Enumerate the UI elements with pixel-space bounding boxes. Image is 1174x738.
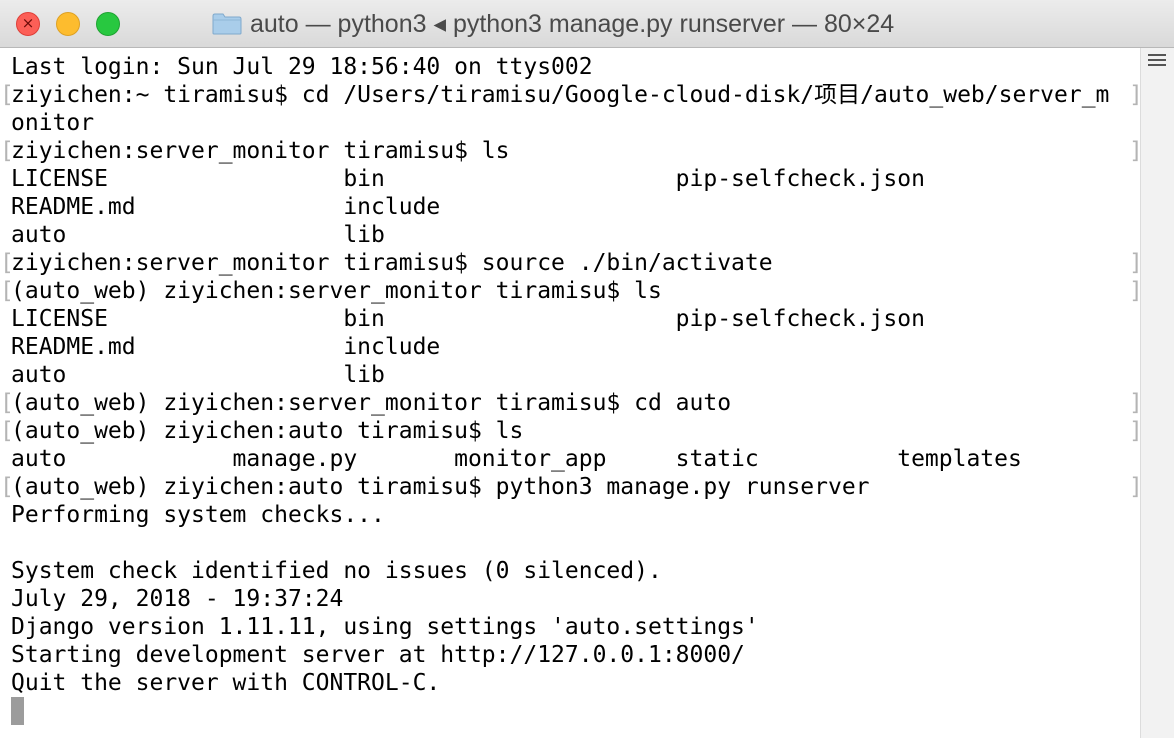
terminal-line: Last login: Sun Jul 29 18:56:40 on ttys0… (11, 54, 593, 80)
minimize-button[interactable] (56, 12, 80, 36)
title-bar[interactable]: × auto — python3 ◂ python3 manage.py run… (0, 0, 1174, 48)
terminal-line: (auto_web) ziyichen:auto tiramisu$ ls (11, 418, 524, 444)
zoom-button[interactable] (96, 12, 120, 36)
window-title-group: auto — python3 ◂ python3 manage.py runse… (212, 9, 894, 39)
window-title: auto — python3 ◂ python3 manage.py runse… (250, 10, 895, 38)
terminal-line: Starting development server at http://12… (11, 642, 745, 668)
close-icon: × (21, 14, 35, 33)
terminal-line: auto lib (11, 362, 385, 388)
terminal-line: LICENSE bin pip-selfcheck.json (11, 166, 925, 192)
terminal-line: README.md include (11, 194, 441, 220)
terminal-line: July 29, 2018 - 19:37:24 (11, 586, 344, 612)
close-button[interactable]: × (16, 12, 40, 36)
terminal-line: ziyichen:~ tiramisu$ cd /Users/tiramisu/… (11, 82, 1110, 108)
scrollbar[interactable] (1140, 48, 1174, 738)
terminal-line: ziyichen:server_monitor tiramisu$ ls (11, 138, 510, 164)
terminal-window: × auto — python3 ◂ python3 manage.py run… (0, 0, 1174, 738)
terminal-line: auto manage.py monitor_app static templa… (11, 446, 1022, 472)
terminal-line: auto lib (11, 222, 385, 248)
block-cursor (11, 697, 24, 725)
terminal-line: Quit the server with CONTROL-C. (11, 670, 441, 696)
menu-lines-icon[interactable] (1148, 54, 1166, 68)
terminal-line: onitor (11, 110, 95, 136)
terminal-line: System check identified no issues (0 sil… (11, 558, 662, 584)
terminal-line: ziyichen:server_monitor tiramisu$ source… (11, 250, 773, 276)
terminal-line: (auto_web) ziyichen:auto tiramisu$ pytho… (11, 474, 870, 500)
terminal-line: Performing system checks... (11, 502, 385, 528)
terminal-line: Django version 1.11.11, using settings '… (11, 614, 759, 640)
terminal-content[interactable]: Last login: Sun Jul 29 18:56:40 on ttys0… (0, 48, 1143, 738)
terminal-line: LICENSE bin pip-selfcheck.json (11, 306, 925, 332)
folder-icon (212, 13, 242, 35)
terminal-line: (auto_web) ziyichen:server_monitor tiram… (11, 278, 662, 304)
terminal-line: (auto_web) ziyichen:server_monitor tiram… (11, 390, 732, 416)
terminal-line: README.md include (11, 334, 441, 360)
